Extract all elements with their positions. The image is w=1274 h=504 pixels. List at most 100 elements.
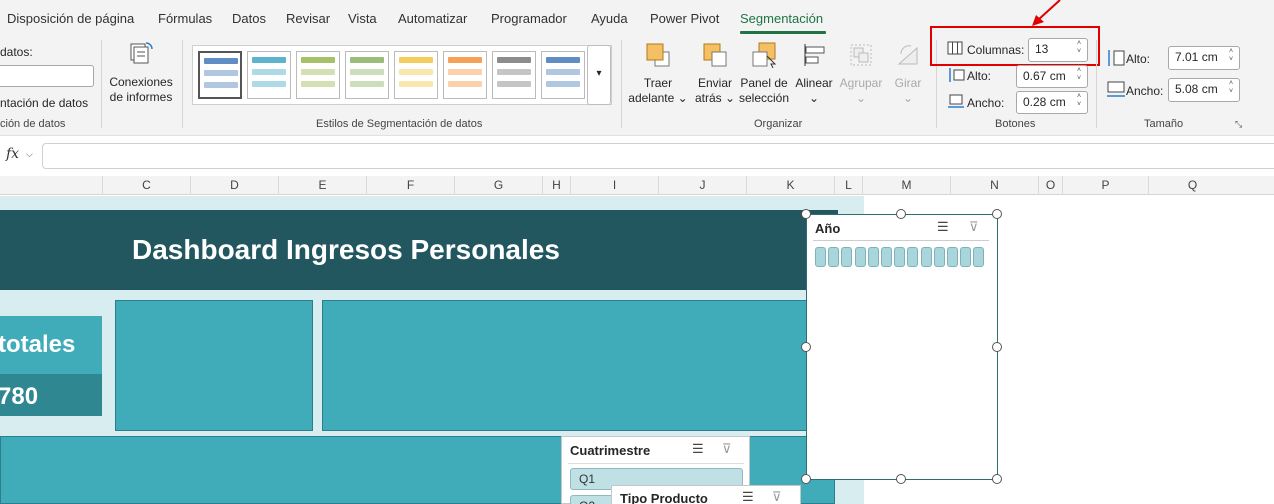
resize-handle[interactable] [992,342,1002,352]
column-header[interactable]: G [454,176,542,195]
clear-filter-icon[interactable]: ⊽ [722,441,732,457]
year-slicer-button[interactable] [960,247,972,267]
year-slicer-button[interactable] [867,247,879,267]
tab-help[interactable]: Ayuda [591,11,628,26]
chevron-down-icon[interactable]: ⌵ [26,149,33,160]
slicer-width-input[interactable]: 5.08 cm ˄ ˅ [1168,78,1240,102]
dialog-launcher-icon[interactable]: ⤡ [1235,119,1242,130]
multi-select-icon[interactable]: ☰ [692,441,704,457]
report-connections-button[interactable]: Conexiones de informes [106,41,176,105]
button-height-icon [949,68,965,82]
column-header[interactable]: I [570,176,658,195]
selection-pane-button[interactable]: Panel de selección [738,42,790,106]
group-label: Agrupar [839,76,883,90]
year-slicer-button[interactable] [933,247,945,267]
year-slicer[interactable]: Año ☰ ⊽ [806,214,998,480]
bring-forward-button[interactable]: Traer adelante ⌄ [628,42,688,106]
column-header[interactable]: P [1062,176,1148,195]
column-header[interactable]: N [950,176,1038,195]
spin-arrows-icon[interactable]: ˄ ˅ [1227,80,1235,96]
button-height-label: Alto: [967,69,992,83]
columns-input[interactable]: 13 ˄ ˅ [1028,38,1088,62]
tab-slicer[interactable]: Segmentación [740,11,823,26]
rotate-button[interactable]: Girar ⌄ [886,42,930,106]
tab-developer[interactable]: Programador [491,11,567,26]
year-slicer-button[interactable] [947,247,958,267]
tab-formulas[interactable]: Fórmulas [158,11,212,26]
year-slicer-button[interactable] [973,247,985,267]
column-header[interactable]: C [102,176,190,195]
column-header[interactable]: O [1038,176,1062,195]
swatch-bar [204,70,238,76]
slicer-height-input[interactable]: 7.01 cm ˄ ˅ [1168,46,1240,70]
year-slicer-button[interactable] [854,247,866,267]
multi-select-icon[interactable]: ☰ [937,219,949,235]
slicer-style-swatch[interactable] [198,51,242,99]
slicer-style-swatch[interactable] [247,51,291,99]
spin-arrows-icon[interactable]: ˄ ˅ [1075,93,1083,109]
column-header[interactable]: F [366,176,454,195]
resize-handle[interactable] [896,209,906,219]
align-button[interactable]: Alinear ⌄ [792,42,836,106]
button-width-input[interactable]: 0.28 cm ˄ ˅ [1016,91,1088,114]
swatch-bar [252,81,286,87]
year-slicer-button[interactable] [841,247,853,267]
tab-view[interactable]: Vista [348,11,377,26]
fx-icon[interactable]: fx [6,146,19,162]
resize-handle[interactable] [896,474,906,484]
column-header[interactable]: M [862,176,950,195]
resize-handle[interactable] [801,342,811,352]
tab-automate[interactable]: Automatizar [398,11,467,26]
slicer-settings-button[interactable]: ntación de datos [0,96,88,110]
swatch-bar [399,57,433,63]
slicer-caption-input[interactable] [0,65,94,87]
swatch-bar [497,69,531,75]
tab-data[interactable]: Datos [232,11,266,26]
slicer-style-swatch[interactable] [296,51,340,99]
spin-arrows-icon[interactable]: ˄ ˅ [1075,40,1083,56]
year-slicer-button[interactable] [881,247,892,267]
slicer-style-swatch[interactable] [345,51,389,99]
slicer-group-label: ción de datos [0,118,66,130]
clear-filter-icon[interactable]: ⊽ [969,219,979,235]
column-header[interactable]: E [278,176,366,195]
column-header[interactable]: D [190,176,278,195]
resize-handle[interactable] [992,209,1002,219]
year-slicer-button[interactable] [894,247,906,267]
column-header[interactable]: J [658,176,746,195]
spin-arrows-icon[interactable]: ˄ ˅ [1227,48,1235,64]
tab-power-pivot[interactable]: Power Pivot [650,11,719,26]
column-header[interactable]: Q [1148,176,1236,195]
slicer-style-swatch[interactable] [394,51,438,99]
resize-handle[interactable] [801,474,811,484]
slicer-style-swatch[interactable] [492,51,536,99]
tab-review[interactable]: Revisar [286,11,330,26]
year-slicer-button[interactable] [920,247,932,267]
formula-bar: fx ⌵ [0,140,1274,172]
send-backward-button[interactable]: Enviar atrás ⌄ [692,42,738,106]
report-connections-line2: de informes [109,90,173,104]
slicer-style-swatch[interactable] [541,51,585,99]
columns-label: Columnas: [967,43,1025,57]
column-header[interactable]: K [746,176,834,195]
size-group-label: Tamaño [1144,118,1184,130]
bring-forward-icon [646,43,670,67]
product-type-slicer[interactable]: Tipo Producto ☰ ⊽ [611,485,801,504]
slicer-style-swatch[interactable] [443,51,487,99]
tab-page-layout[interactable]: Disposición de página [7,11,134,26]
year-slicer-button[interactable] [815,247,826,267]
column-header[interactable]: L [834,176,862,195]
swatch-bar [546,81,580,87]
gallery-more-button[interactable]: ▾ [587,45,611,105]
year-slicer-button[interactable] [907,247,919,267]
button-height-input[interactable]: 0.67 cm ˄ ˅ [1016,65,1088,88]
column-header[interactable]: H [542,176,570,195]
year-slicer-button[interactable] [828,247,840,267]
spin-arrows-icon[interactable]: ˄ ˅ [1075,67,1083,83]
multi-select-icon[interactable]: ☰ [742,489,754,504]
resize-handle[interactable] [992,474,1002,484]
clear-filter-icon[interactable]: ⊽ [772,489,782,504]
formula-input[interactable] [42,143,1274,169]
resize-handle[interactable] [801,209,811,219]
group-button[interactable]: Agrupar ⌄ [838,42,884,106]
